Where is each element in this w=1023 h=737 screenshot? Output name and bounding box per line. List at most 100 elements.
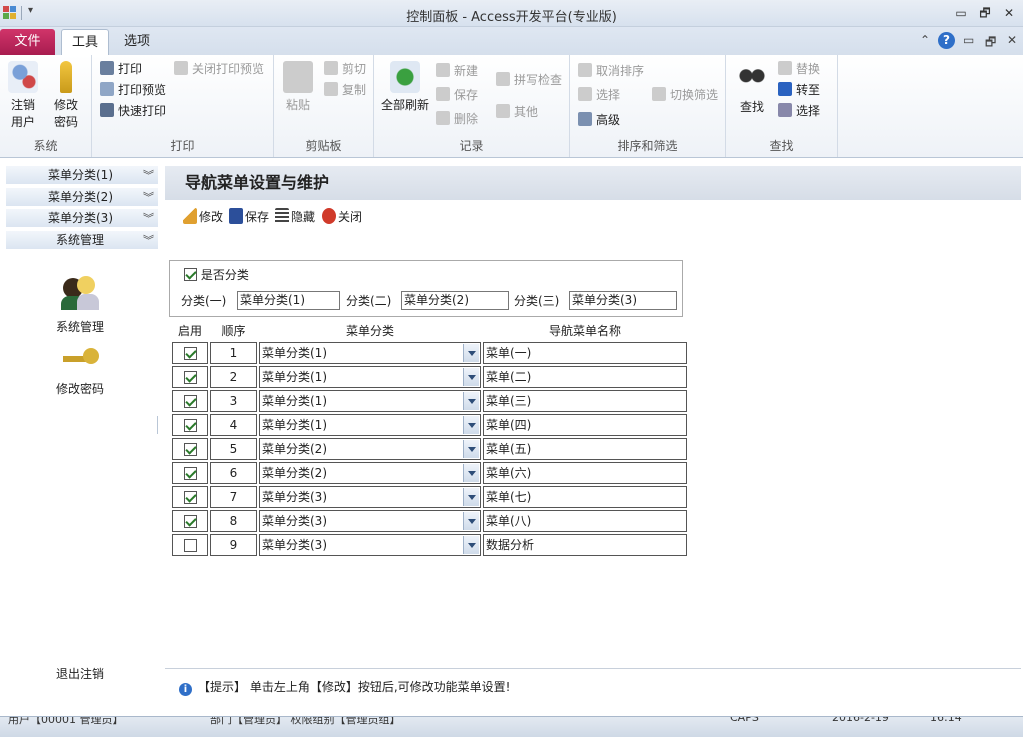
- close-print-preview-button[interactable]: 关闭打印预览: [174, 59, 264, 79]
- order-cell[interactable]: 3: [210, 390, 257, 412]
- category-combo[interactable]: 菜单分类(2): [259, 438, 481, 460]
- chevron-down-icon[interactable]: [463, 368, 479, 386]
- spell-check-button[interactable]: 拼写检查: [496, 70, 562, 90]
- enabled-checkbox[interactable]: [183, 539, 197, 552]
- menu-name-cell[interactable]: 菜单(三): [483, 390, 687, 412]
- order-cell[interactable]: 6: [210, 462, 257, 484]
- enabled-checkbox[interactable]: [183, 347, 197, 360]
- menu-name-cell[interactable]: 菜单(五): [483, 438, 687, 460]
- chevron-down-icon[interactable]: [463, 440, 479, 458]
- minimize-button[interactable]: ▭: [950, 4, 972, 22]
- order-cell[interactable]: 8: [210, 510, 257, 532]
- delete-record-button[interactable]: 删除: [436, 109, 478, 129]
- inner-minimize-icon[interactable]: ▭: [963, 33, 974, 49]
- paste-button[interactable]: 粘贴: [280, 61, 316, 114]
- enabled-cell[interactable]: [172, 486, 208, 508]
- advanced-filter-button[interactable]: 高级: [578, 110, 620, 130]
- inner-close-icon[interactable]: ✕: [1007, 33, 1017, 49]
- inner-restore-icon[interactable]: 🗗: [985, 33, 996, 49]
- enabled-checkbox[interactable]: [183, 515, 197, 528]
- cut-button[interactable]: 剪切: [324, 59, 366, 79]
- category-combo[interactable]: 菜单分类(3): [259, 510, 481, 532]
- quick-print-button[interactable]: 快速打印: [100, 101, 166, 121]
- save-button[interactable]: 保存: [229, 208, 269, 226]
- help-icon[interactable]: ?: [938, 32, 955, 49]
- order-cell[interactable]: 9: [210, 534, 257, 556]
- chevron-down-icon[interactable]: [463, 416, 479, 434]
- menu-name-cell[interactable]: 数据分析: [483, 534, 687, 556]
- menu-name-cell[interactable]: 菜单(八): [483, 510, 687, 532]
- nav-header-category-3[interactable]: 菜单分类(3) ︾: [6, 209, 158, 228]
- restore-button[interactable]: 🗗: [974, 4, 996, 22]
- category-1-field[interactable]: 菜单分类(1): [237, 291, 340, 310]
- nav-header-category-1[interactable]: 菜单分类(1) ︾: [6, 166, 158, 185]
- menu-name-cell[interactable]: 菜单(一): [483, 342, 687, 364]
- enabled-checkbox[interactable]: [183, 419, 197, 432]
- enabled-cell[interactable]: [172, 534, 208, 556]
- order-cell[interactable]: 5: [210, 438, 257, 460]
- category-combo[interactable]: 菜单分类(1): [259, 414, 481, 436]
- chevron-down-icon[interactable]: [463, 536, 479, 554]
- enabled-cell[interactable]: [172, 438, 208, 460]
- category-combo[interactable]: 菜单分类(1): [259, 390, 481, 412]
- close-button[interactable]: 关闭: [322, 208, 362, 226]
- logout-link[interactable]: 退出注销: [20, 665, 140, 682]
- enabled-checkbox[interactable]: [183, 395, 197, 408]
- select-button[interactable]: 选择: [778, 101, 820, 121]
- goto-button[interactable]: 转至: [778, 80, 820, 100]
- print-button[interactable]: 打印: [100, 59, 142, 79]
- order-cell[interactable]: 7: [210, 486, 257, 508]
- chevron-down-icon[interactable]: [463, 488, 479, 506]
- menu-name-cell[interactable]: 菜单(四): [483, 414, 687, 436]
- menu-name-cell[interactable]: 菜单(二): [483, 366, 687, 388]
- checkbox[interactable]: [184, 268, 197, 281]
- menu-name-cell[interactable]: 菜单(七): [483, 486, 687, 508]
- tab-file[interactable]: 文件: [0, 29, 55, 55]
- save-record-button[interactable]: 保存: [436, 85, 478, 105]
- tab-tools[interactable]: 工具: [61, 29, 109, 55]
- print-preview-button[interactable]: 打印预览: [100, 80, 166, 100]
- new-record-button[interactable]: 新建: [436, 61, 478, 81]
- category-2-field[interactable]: 菜单分类(2): [401, 291, 509, 310]
- category-combo[interactable]: 菜单分类(1): [259, 366, 481, 388]
- nav-item-change-password[interactable]: 修改密码: [20, 344, 140, 397]
- nav-item-system-management[interactable]: 系统管理: [20, 274, 140, 335]
- replace-button[interactable]: 替换: [778, 59, 820, 79]
- copy-button[interactable]: 复制: [324, 80, 366, 100]
- collapse-ribbon-icon[interactable]: ⌃: [920, 33, 930, 49]
- clear-sort-button[interactable]: 取消排序: [578, 61, 644, 81]
- close-window-button[interactable]: ✕: [998, 4, 1020, 22]
- pane-splitter[interactable]: [157, 416, 158, 434]
- selection-filter-button[interactable]: 选择: [578, 85, 620, 105]
- category-combo[interactable]: 菜单分类(2): [259, 462, 481, 484]
- hide-button[interactable]: 隐藏: [275, 208, 315, 226]
- enabled-checkbox[interactable]: [183, 467, 197, 480]
- enabled-cell[interactable]: [172, 342, 208, 364]
- enabled-checkbox[interactable]: [183, 371, 197, 384]
- chevron-down-icon[interactable]: [463, 392, 479, 410]
- enabled-checkbox[interactable]: [183, 491, 197, 504]
- order-cell[interactable]: 4: [210, 414, 257, 436]
- enabled-cell[interactable]: [172, 462, 208, 484]
- enabled-checkbox[interactable]: [183, 443, 197, 456]
- tab-options[interactable]: 选项: [114, 29, 160, 55]
- is-category-checkbox[interactable]: 是否分类: [184, 266, 249, 283]
- find-button[interactable]: 查找: [732, 63, 772, 116]
- enabled-cell[interactable]: [172, 390, 208, 412]
- order-cell[interactable]: 2: [210, 366, 257, 388]
- nav-header-system[interactable]: 系统管理 ︾: [6, 231, 158, 250]
- chevron-down-icon[interactable]: [463, 464, 479, 482]
- chevron-down-icon[interactable]: [463, 512, 479, 530]
- refresh-all-button[interactable]: 全部刷新: [380, 61, 430, 114]
- menu-name-cell[interactable]: 菜单(六): [483, 462, 687, 484]
- change-password-button[interactable]: 修改 密码: [46, 61, 86, 131]
- category-3-field[interactable]: 菜单分类(3): [569, 291, 677, 310]
- edit-button[interactable]: 修改: [183, 208, 223, 226]
- enabled-cell[interactable]: [172, 414, 208, 436]
- category-combo[interactable]: 菜单分类(3): [259, 534, 481, 556]
- category-combo[interactable]: 菜单分类(3): [259, 486, 481, 508]
- chevron-down-icon[interactable]: [463, 344, 479, 362]
- enabled-cell[interactable]: [172, 366, 208, 388]
- category-combo[interactable]: 菜单分类(1): [259, 342, 481, 364]
- order-cell[interactable]: 1: [210, 342, 257, 364]
